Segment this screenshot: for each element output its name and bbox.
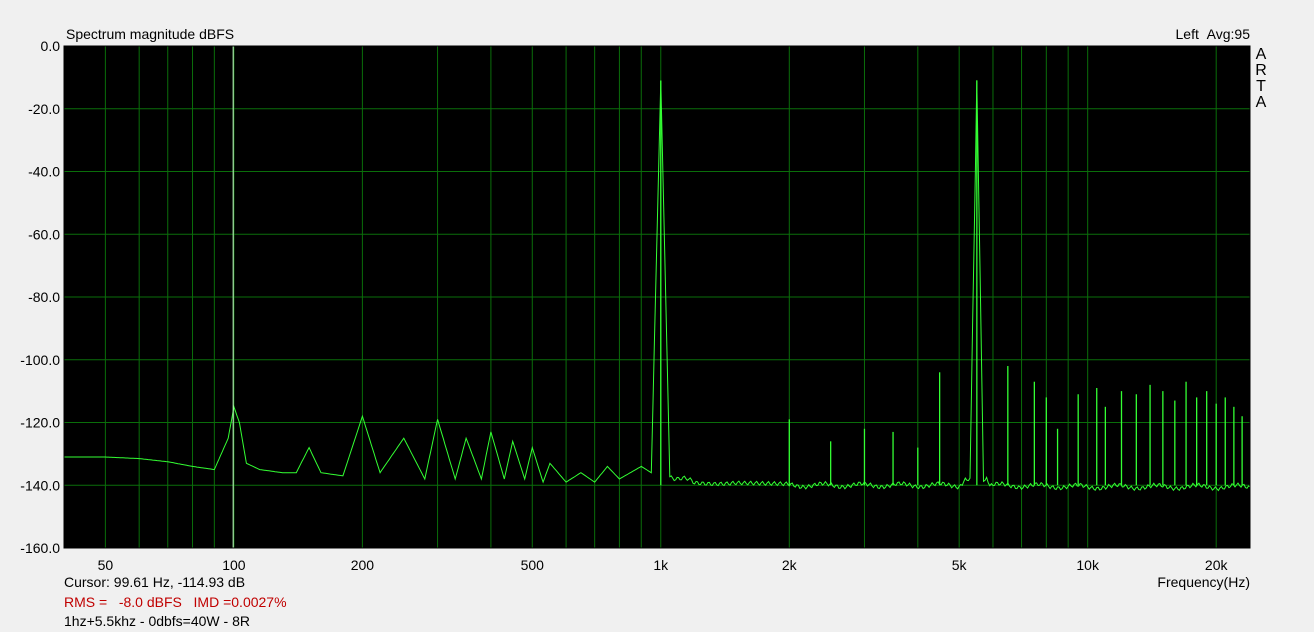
y-tick-label: -60.0: [28, 226, 60, 242]
measurement-readout: RMS = -8.0 dBFS IMD =0.0027%: [64, 594, 287, 610]
y-tick-label: -40.0: [28, 164, 60, 180]
x-axis-label: Frequency(Hz): [1157, 574, 1250, 590]
spectrum-chart[interactable]: 0.0 -20.0 -40.0 -60.0 -80.0 -100.0 -120.0 -140.…: [0, 0, 1314, 632]
cursor-readout: Cursor: 99.61 Hz, -114.93 dB: [64, 574, 246, 590]
x-tick-label: 2k: [782, 557, 798, 573]
channel-label: Left: [1175, 26, 1199, 42]
x-tick-label: 1k: [653, 557, 669, 573]
y-tick-label: -160.0: [20, 540, 60, 556]
y-tick-label: -120.0: [20, 415, 60, 431]
chart-title: Spectrum magnitude dBFS: [66, 26, 235, 42]
x-tick-label: 500: [521, 557, 545, 573]
x-tick-label: 10k: [1076, 557, 1100, 573]
spectrum-window: 0.0 -20.0 -40.0 -60.0 -80.0 -100.0 -120.0 -140.…: [0, 0, 1314, 632]
y-tick-label: -140.0: [20, 477, 60, 493]
y-tick-label: -100.0: [20, 352, 60, 368]
average-label: Avg:95: [1206, 26, 1250, 42]
x-tick-label: 20k: [1205, 557, 1229, 573]
x-tick-label: 200: [351, 557, 375, 573]
channel-average-label: Left Avg:95: [1176, 26, 1250, 42]
test-note: 1hz+5.5khz - 0dbfs=40W - 8R: [64, 613, 250, 629]
x-tick-label: 100: [222, 557, 246, 573]
x-tick-label: 50: [98, 557, 114, 573]
brand-logo: ARTA: [1255, 46, 1267, 111]
x-tick-label: 5k: [952, 557, 968, 573]
y-tick-label: -80.0: [28, 289, 60, 305]
y-tick-label: -20.0: [28, 101, 60, 117]
y-tick-label: 0.0: [41, 38, 61, 54]
